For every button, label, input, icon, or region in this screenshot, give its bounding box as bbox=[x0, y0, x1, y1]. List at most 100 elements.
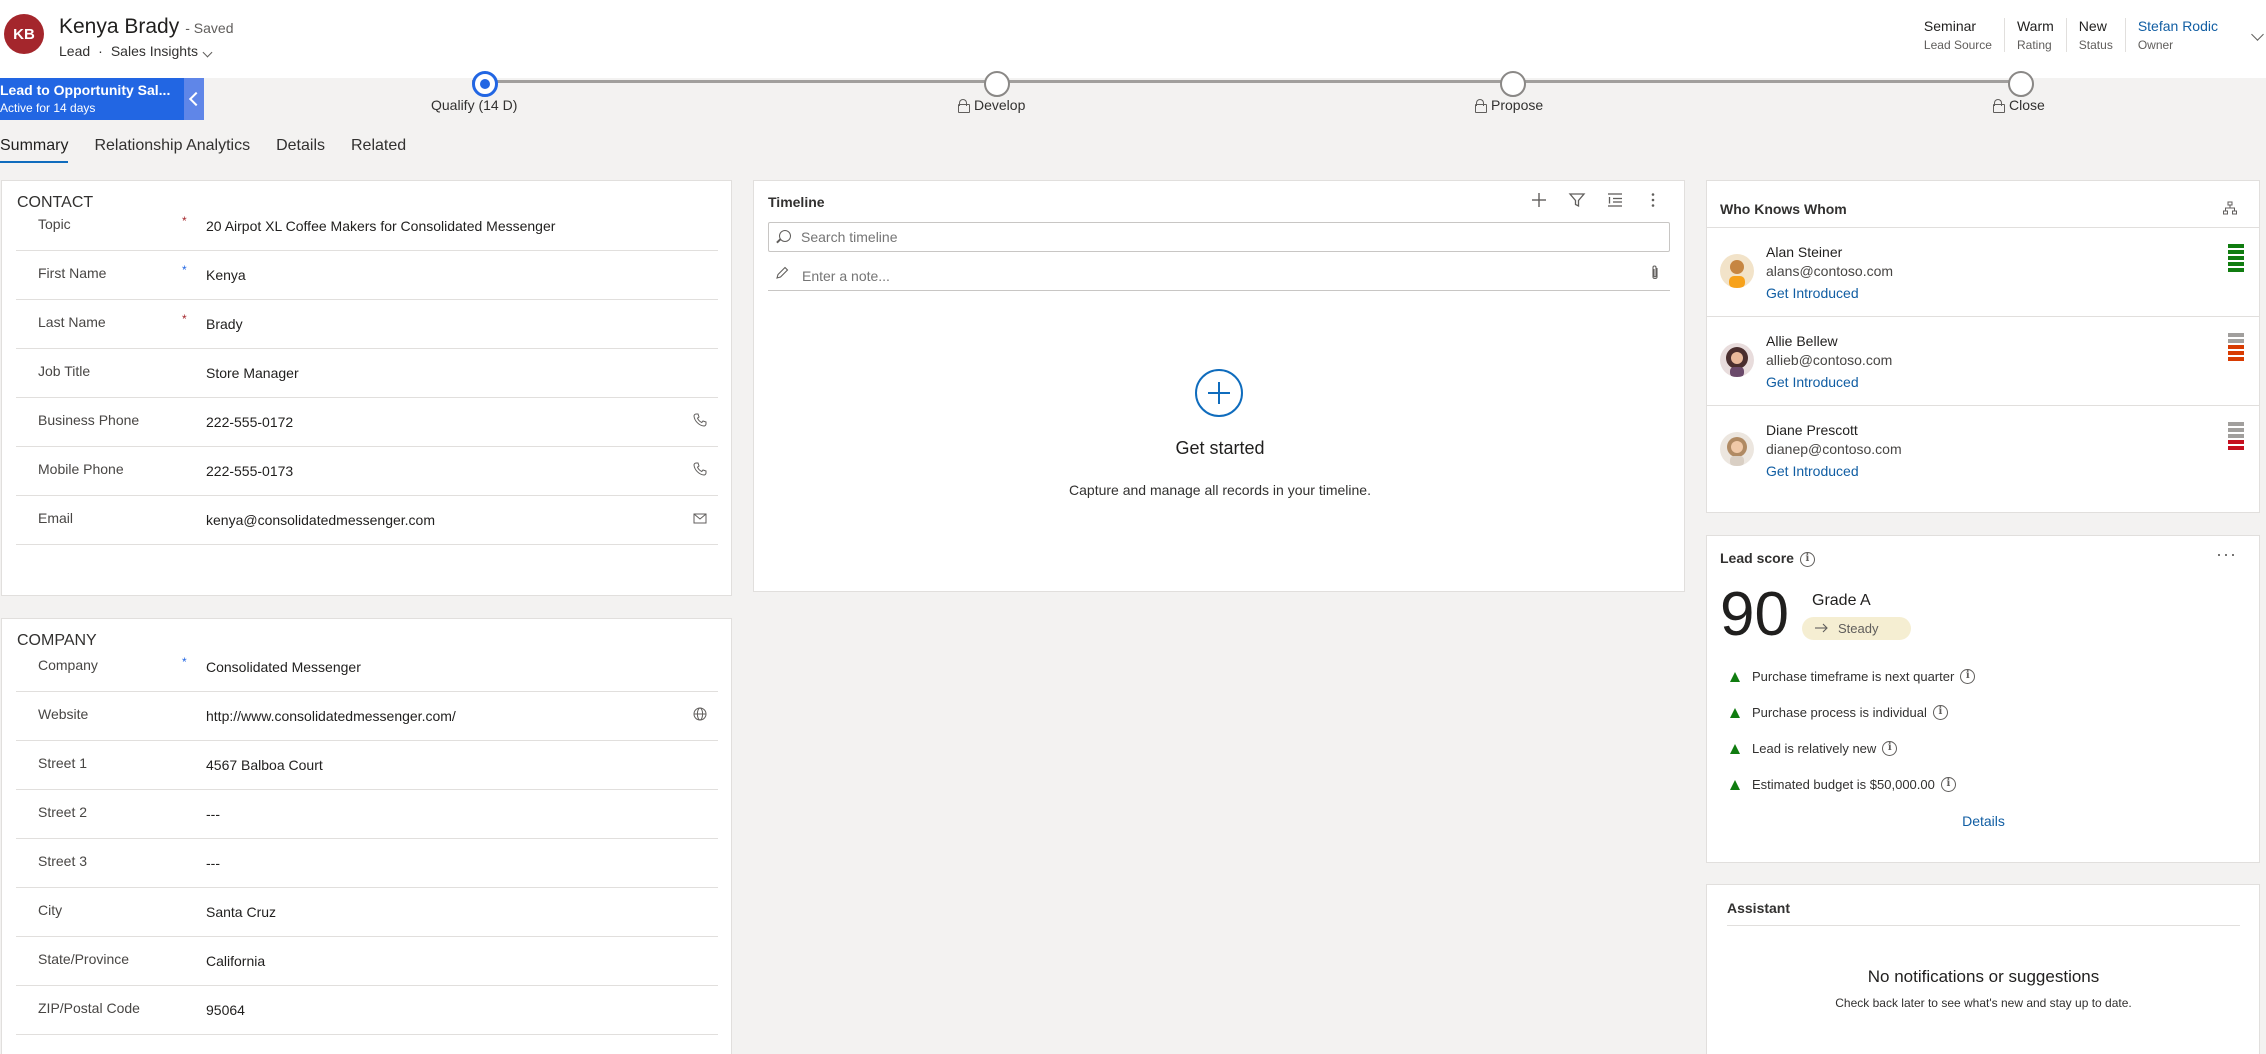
timeline-toolbar bbox=[1530, 191, 1662, 209]
filter-icon[interactable] bbox=[1568, 191, 1586, 209]
field-value[interactable]: Kenya bbox=[206, 267, 246, 283]
info-icon[interactable]: i bbox=[1882, 741, 1898, 756]
strength-bar bbox=[2228, 262, 2244, 266]
stage-qualify-dot[interactable] bbox=[472, 71, 498, 97]
divider bbox=[1727, 925, 2240, 926]
get-introduced-link[interactable]: Get Introduced bbox=[1766, 285, 1859, 301]
owner-link[interactable]: Stefan Rodic bbox=[2138, 18, 2218, 34]
trend-up-icon bbox=[1730, 671, 1740, 682]
info-icon[interactable]: i bbox=[1799, 551, 1815, 567]
add-icon[interactable] bbox=[1530, 191, 1548, 209]
field-value[interactable]: 4567 Balboa Court bbox=[206, 757, 323, 773]
stage-label: Qualify (14 D) bbox=[431, 97, 518, 113]
note-input[interactable] bbox=[802, 268, 1602, 284]
field-value[interactable]: 222-555-0173 bbox=[206, 463, 293, 479]
connection-item: Alan Steiner alans@contoso.com Get Intro… bbox=[1707, 227, 2260, 316]
get-introduced-link[interactable]: Get Introduced bbox=[1766, 374, 1859, 390]
company-section: COMPANY Company * Consolidated Messenger… bbox=[1, 618, 732, 1054]
stage-develop[interactable]: Develop bbox=[958, 97, 1025, 113]
stage-propose-dot[interactable] bbox=[1500, 71, 1526, 97]
stage-close-dot[interactable] bbox=[2008, 71, 2034, 97]
details-link[interactable]: Details bbox=[1707, 813, 2260, 829]
field-street-3[interactable]: Street 3 --- bbox=[16, 839, 718, 888]
org-chart-icon[interactable] bbox=[2223, 201, 2237, 215]
attachment-icon[interactable] bbox=[1648, 264, 1662, 287]
tab-details[interactable]: Details bbox=[276, 137, 325, 163]
avatar bbox=[1720, 432, 1754, 466]
field-value[interactable]: kenya@consolidatedmessenger.com bbox=[206, 512, 435, 528]
reason-text: Purchase timeframe is next quarter bbox=[1752, 669, 1955, 684]
field-value[interactable]: 95064 bbox=[206, 1002, 245, 1018]
field-value[interactable]: Store Manager bbox=[206, 365, 299, 381]
expand-list-icon[interactable] bbox=[1606, 191, 1624, 209]
field-website[interactable]: Website http://www.consolidatedmessenger… bbox=[16, 692, 718, 741]
field-value[interactable]: 222-555-0172 bbox=[206, 414, 293, 430]
field-value[interactable]: Consolidated Messenger bbox=[206, 659, 361, 675]
header-field-status: New Status bbox=[2065, 18, 2125, 52]
field-company[interactable]: Company * Consolidated Messenger bbox=[16, 643, 718, 692]
timeline-search[interactable] bbox=[768, 222, 1670, 252]
lead-score-title: Lead score bbox=[1720, 550, 1794, 566]
field-zip[interactable]: ZIP/Postal Code 95064 bbox=[16, 986, 718, 1035]
field-topic[interactable]: Topic * 20 Airpot XL Coffee Makers for C… bbox=[16, 202, 718, 251]
info-icon[interactable]: i bbox=[1940, 777, 1956, 792]
strength-bar bbox=[2228, 339, 2244, 343]
timeline-note[interactable] bbox=[768, 261, 1670, 291]
field-job-title[interactable]: Job Title Store Manager bbox=[16, 349, 718, 398]
lock-icon bbox=[958, 99, 970, 113]
field-value[interactable]: California bbox=[206, 953, 265, 969]
field-value[interactable]: Brady bbox=[206, 316, 243, 332]
field-email[interactable]: Email kenya@consolidatedmessenger.com bbox=[16, 496, 718, 545]
phone-icon[interactable] bbox=[692, 412, 708, 428]
field-last-name[interactable]: Last Name * Brady bbox=[16, 300, 718, 349]
header-field-owner: Stefan Rodic Owner bbox=[2124, 18, 2230, 52]
tab-related[interactable]: Related bbox=[351, 137, 406, 163]
field-value[interactable]: --- bbox=[206, 806, 220, 822]
reason-text: Lead is relatively new bbox=[1752, 741, 1877, 756]
field-business-phone[interactable]: Business Phone 222-555-0172 bbox=[16, 398, 718, 447]
header-fields: Seminar Lead Source Warm Rating New Status … bbox=[1912, 18, 2230, 52]
lock-icon bbox=[1475, 99, 1487, 113]
expand-header-chevron-icon[interactable] bbox=[2251, 28, 2264, 41]
field-value[interactable]: 20 Airpot XL Coffee Makers for Consolida… bbox=[206, 218, 555, 234]
field-city[interactable]: City Santa Cruz bbox=[16, 888, 718, 937]
strength-bar bbox=[2228, 428, 2244, 432]
empty-state-subtitle: Capture and manage all records in your t… bbox=[1069, 482, 1371, 498]
timeline-section: Timeline Get started Capture and manage … bbox=[753, 180, 1685, 592]
more-options-icon[interactable]: ··· bbox=[2216, 544, 2237, 565]
search-input[interactable] bbox=[801, 229, 1641, 245]
stage-qualify[interactable]: Qualify (14 D) bbox=[431, 97, 517, 113]
process-flyout-button[interactable]: Lead to Opportunity Sal... Active for 14… bbox=[0, 78, 184, 120]
field-value[interactable]: --- bbox=[206, 855, 220, 871]
info-icon[interactable]: i bbox=[1932, 705, 1948, 720]
tab-relationship-analytics[interactable]: Relationship Analytics bbox=[94, 137, 250, 163]
field-first-name[interactable]: First Name * Kenya bbox=[16, 251, 718, 300]
stage-develop-dot[interactable] bbox=[984, 71, 1010, 97]
field-mobile-phone[interactable]: Mobile Phone 222-555-0173 bbox=[16, 447, 718, 496]
header-field-label: Owner bbox=[2137, 38, 2174, 52]
stage-propose[interactable]: Propose bbox=[1475, 97, 1543, 113]
field-value[interactable]: Santa Cruz bbox=[206, 904, 276, 920]
stage-label: Propose bbox=[1491, 97, 1544, 113]
info-icon[interactable]: i bbox=[1960, 669, 1976, 684]
stage-close[interactable]: Close bbox=[1993, 97, 2045, 113]
connection-email: allieb@contoso.com bbox=[1766, 352, 1893, 368]
more-options-icon[interactable] bbox=[1644, 191, 1662, 209]
record-title: Kenya Brady - Saved bbox=[59, 15, 234, 39]
field-value[interactable]: http://www.consolidatedmessenger.com/ bbox=[206, 708, 456, 724]
field-state[interactable]: State/Province California bbox=[16, 937, 718, 986]
email-icon[interactable] bbox=[692, 510, 708, 526]
globe-icon[interactable] bbox=[692, 706, 708, 722]
phone-icon[interactable] bbox=[692, 461, 708, 477]
reason-text: Estimated budget is $50,000.00 bbox=[1752, 777, 1935, 792]
section-title: Lead score i bbox=[1720, 550, 1815, 567]
tab-summary[interactable]: Summary bbox=[0, 137, 69, 163]
form-selector[interactable]: Sales Insights bbox=[111, 43, 213, 59]
get-introduced-link[interactable]: Get Introduced bbox=[1766, 463, 1859, 479]
field-street-1[interactable]: Street 1 4567 Balboa Court bbox=[16, 741, 718, 790]
collapse-process-button[interactable] bbox=[184, 78, 204, 120]
record-header: KB Kenya Brady - Saved Lead · Sales Insig… bbox=[0, 0, 2266, 78]
add-circle-icon[interactable] bbox=[1195, 369, 1243, 417]
header-field-rating: Warm Rating bbox=[2003, 18, 2066, 52]
field-street-2[interactable]: Street 2 --- bbox=[16, 790, 718, 839]
